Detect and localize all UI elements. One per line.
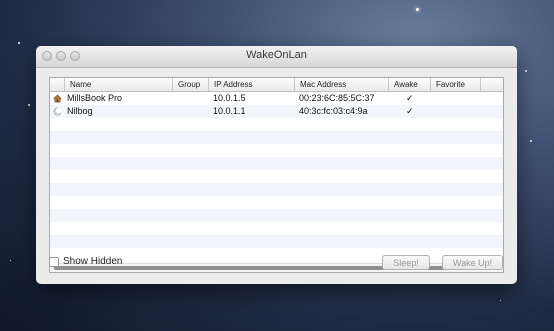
show-hidden-checkbox[interactable]	[49, 257, 59, 267]
host-awake: ✓	[406, 93, 414, 103]
column-header-name[interactable]: Name	[64, 78, 172, 91]
title-bar[interactable]: WakeOnLan	[36, 46, 517, 68]
window-title: WakeOnLan	[246, 49, 307, 61]
table-body: MillsBook Pro 10.0.1.5 00:23:6C:85:5C:37…	[50, 92, 503, 261]
moon-icon	[53, 107, 62, 116]
column-header-awake[interactable]: Awake	[388, 78, 430, 91]
house-icon	[53, 94, 62, 103]
sleep-button[interactable]: Sleep!	[382, 255, 430, 270]
hosts-table[interactable]: Name Group IP Address Mac Address Awake …	[49, 77, 504, 273]
host-awake: ✓	[406, 106, 414, 116]
host-ip: 10.0.1.5	[213, 93, 246, 103]
empty-row	[50, 196, 503, 209]
host-ip: 10.0.1.1	[213, 106, 246, 116]
empty-row	[50, 183, 503, 196]
empty-row	[50, 235, 503, 248]
table-header: Name Group IP Address Mac Address Awake …	[50, 78, 503, 92]
empty-row	[50, 170, 503, 183]
empty-row	[50, 144, 503, 157]
column-header-group[interactable]: Group	[172, 78, 208, 91]
column-header-ip[interactable]: IP Address	[208, 78, 294, 91]
column-header-empty	[480, 78, 503, 91]
table-row[interactable]: Nilbog 10.0.1.1 40:3c:fc:03:c4:9a ✓	[50, 105, 503, 118]
host-mac: 00:23:6C:85:5C:37	[299, 93, 375, 103]
empty-row	[50, 131, 503, 144]
empty-row	[50, 209, 503, 222]
empty-row	[50, 157, 503, 170]
host-name: Nilbog	[67, 106, 93, 116]
empty-row	[50, 222, 503, 235]
host-name: MillsBook Pro	[67, 93, 123, 103]
host-mac: 40:3c:fc:03:c4:9a	[299, 106, 368, 116]
wakeonlan-window: WakeOnLan Name Group IP Address Mac Addr…	[36, 46, 517, 284]
wake-up-button[interactable]: Wake Up!	[442, 255, 503, 270]
show-hidden-label[interactable]: Show Hidden	[63, 256, 122, 267]
empty-row	[50, 118, 503, 131]
table-row[interactable]: MillsBook Pro 10.0.1.5 00:23:6C:85:5C:37…	[50, 92, 503, 105]
column-header-mac[interactable]: Mac Address	[294, 78, 388, 91]
column-header-favorite[interactable]: Favorite	[430, 78, 480, 91]
